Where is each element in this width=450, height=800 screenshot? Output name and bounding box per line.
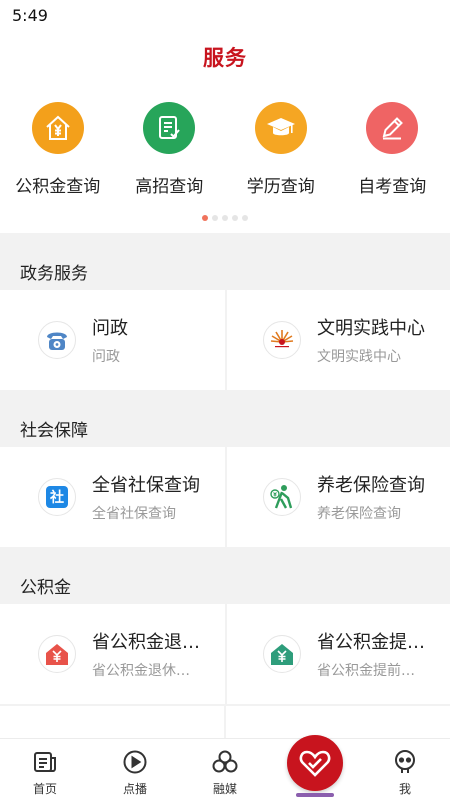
tab-label: 首页 [32, 782, 57, 796]
tab-label: 点播 [122, 782, 147, 796]
center-action-button[interactable] [287, 735, 343, 791]
page-dot-active [202, 215, 208, 221]
elderly-pension-icon [263, 478, 301, 516]
tab-me[interactable]: 我 [360, 739, 450, 800]
section-title: 政务服务 [20, 264, 88, 284]
partial-card[interactable] [226, 706, 450, 738]
quick-services: 公积金查询 高招查询 学历查询 自考查询 [0, 102, 450, 197]
telephone-icon [38, 321, 76, 359]
section-title: 社会保障 [20, 421, 88, 441]
tab-home[interactable]: 首页 [0, 739, 90, 800]
house-yuan-icon [31, 102, 84, 154]
news-icon [34, 752, 56, 772]
social-security-icon: 社 [38, 478, 76, 516]
service-card-wenzheng[interactable]: 问政 问政 [0, 290, 225, 390]
tab-vod[interactable]: 点播 [90, 739, 180, 800]
card-subtitle: 省公积金退休… [92, 663, 190, 679]
civilization-logo-icon [263, 321, 301, 359]
green-house-yuan-icon [263, 635, 301, 673]
card-title: 省公积金提… [317, 632, 425, 653]
service-card-fund-retire[interactable]: 省公积金退… 省公积金退休… [0, 604, 225, 704]
page-indicator [0, 215, 450, 221]
status-bar: 5:49 [0, 0, 450, 32]
pencil-icon [366, 102, 419, 154]
service-card-pension[interactable]: 养老保险查询 养老保险查询 [227, 447, 450, 547]
status-time: 5:49 [12, 6, 48, 25]
page-title: 服务 [203, 46, 247, 70]
three-circles-icon [212, 750, 238, 773]
quick-item-admission[interactable]: 高招查询 [114, 102, 226, 197]
partial-card[interactable] [0, 706, 224, 738]
services-list[interactable]: 政务服务 问政 问政 文明实践中心 文明实践中心 社会保障 社 全省社保查询 全… [0, 233, 450, 738]
tab-label: 融媒 [212, 782, 237, 796]
quick-label: 高招查询 [135, 177, 204, 197]
tab-label: 我 [398, 782, 411, 796]
card-title: 问政 [92, 318, 128, 339]
red-house-yuan-icon [38, 635, 76, 673]
heart-handshake-icon [299, 750, 331, 777]
service-card-social-security[interactable]: 社 全省社保查询 全省社保查询 [0, 447, 225, 547]
quick-label: 自考查询 [358, 177, 427, 197]
home-indicator [296, 793, 334, 797]
social-security-badge: 社 [46, 486, 68, 508]
card-subtitle: 省公积金提前… [317, 663, 415, 679]
card-title: 省公积金退… [92, 632, 200, 653]
card-title: 全省社保查询 [92, 475, 200, 496]
tab-media[interactable]: 融媒 [180, 739, 270, 800]
service-card-fund-early[interactable]: 省公积金提… 省公积金提前… [227, 604, 450, 704]
checklist-icon [143, 102, 196, 154]
quick-item-self-exam[interactable]: 自考查询 [337, 102, 449, 197]
section-title: 公积金 [20, 578, 71, 598]
card-subtitle: 养老保险查询 [317, 506, 401, 522]
tab-center-action[interactable] [270, 735, 360, 800]
card-subtitle: 全省社保查询 [92, 506, 176, 522]
quick-item-degree[interactable]: 学历查询 [225, 102, 337, 197]
page-dot [242, 215, 248, 221]
quick-label: 公积金查询 [15, 177, 101, 197]
quick-label: 学历查询 [246, 177, 315, 197]
profile-bot-icon [395, 750, 415, 773]
quick-item-housing-fund[interactable]: 公积金查询 [2, 102, 114, 197]
page-dot [212, 215, 218, 221]
card-title: 文明实践中心 [317, 318, 425, 339]
page-dot [232, 215, 238, 221]
card-subtitle: 文明实践中心 [317, 349, 401, 365]
service-card-civilization[interactable]: 文明实践中心 文明实践中心 [227, 290, 450, 390]
card-subtitle: 问政 [92, 349, 120, 365]
page-dot [222, 215, 228, 221]
bottom-tab-bar: 首页 点播 融媒 我 [0, 735, 450, 800]
play-circle-icon [123, 750, 147, 774]
partial-row [0, 706, 450, 738]
graduation-cap-icon [254, 102, 307, 154]
card-title: 养老保险查询 [317, 475, 425, 496]
